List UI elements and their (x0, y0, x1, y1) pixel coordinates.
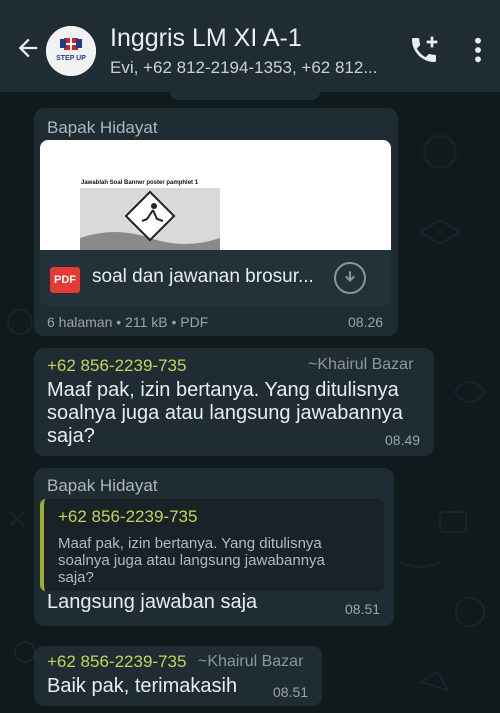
preview-heading: Jawablah Soal Banner poster pamphlet 1 (81, 180, 199, 186)
warning-sign-image (80, 188, 220, 250)
chat-title[interactable]: Inggris LM XI A-1 (110, 24, 302, 53)
chat-area[interactable]: Bapak Hidayat 08.26 6 halaman • 211 kB •… (0, 92, 500, 713)
download-button[interactable] (334, 262, 366, 294)
message-time: 08.51 (273, 684, 309, 700)
download-arrow-icon (345, 271, 355, 282)
sender-pushname: ~Khairul Bazar (308, 356, 414, 373)
chat-header: STEP UP Inggris LM XI A-1 Evi, +62 812-2… (0, 0, 500, 92)
sender-pushname: ~Khairul Bazar (198, 653, 304, 670)
sender-phone[interactable]: +62 856-2239-735 (47, 652, 186, 672)
step-up-logo-icon: STEP UP (46, 26, 96, 76)
message-bubble-thanks[interactable]: +62 856-2239-735 ~Khairul Bazar Baik pak… (34, 646, 322, 706)
quoted-text-line-2: soalnya juga atau langsung jawabannya (58, 552, 325, 569)
svg-text:STEP UP: STEP UP (56, 55, 86, 62)
participants-list[interactable]: Evi, +62 812-2194-1353, +62 812... (110, 58, 400, 78)
pdf-file-icon: PDF (50, 267, 80, 293)
quoted-message[interactable]: +62 856-2239-735 Maaf pak, izin bertanya… (40, 499, 384, 591)
sender-phone[interactable]: +62 856-2239-735 (47, 356, 186, 376)
sender-name: Bapak Hidayat (47, 118, 158, 137)
add-call-icon[interactable] (408, 34, 440, 66)
quoted-sender-phone: +62 856-2239-735 (58, 507, 198, 526)
message-text: Baik pak, terimakasih (47, 675, 238, 697)
sender-name: Bapak Hidayat (47, 476, 158, 495)
previous-message-edge (170, 92, 320, 100)
more-vert-icon[interactable] (470, 34, 486, 66)
message-text-line-3: saja? (47, 425, 95, 447)
message-time: 08.51 (345, 601, 381, 617)
back-arrow-icon[interactable] (14, 34, 42, 62)
pdf-preview-thumbnail[interactable]: Jawablah Soal Banner poster pamphlet 1 (40, 140, 391, 250)
message-text-line-2: soalnya juga atau langsung jawabannya (47, 402, 403, 424)
quoted-text: Maaf pak, izin bertanya. Yang ditulisnya… (58, 535, 378, 586)
message-bubble-question[interactable]: +62 856-2239-735 ~Khairul Bazar Maaf pak… (34, 348, 434, 456)
quoted-text-line-3: saja? (58, 569, 94, 586)
quoted-text-line-1: Maaf pak, izin bertanya. Yang ditulisnya (58, 535, 322, 552)
pdf-file-row[interactable]: PDF soal dan jawanan brosur... (40, 250, 391, 306)
message-time: 08.26 (348, 314, 384, 330)
message-time: 08.49 (385, 432, 421, 448)
file-meta: 6 halaman • 211 kB • PDF (47, 314, 209, 330)
message-text: Langsung jawaban saja (47, 591, 258, 613)
group-avatar[interactable]: STEP UP (46, 26, 96, 76)
message-text-line-1: Maaf pak, izin bertanya. Yang ditulisnya (47, 379, 399, 401)
pdf-file-name[interactable]: soal dan jawanan brosur... (92, 266, 317, 288)
